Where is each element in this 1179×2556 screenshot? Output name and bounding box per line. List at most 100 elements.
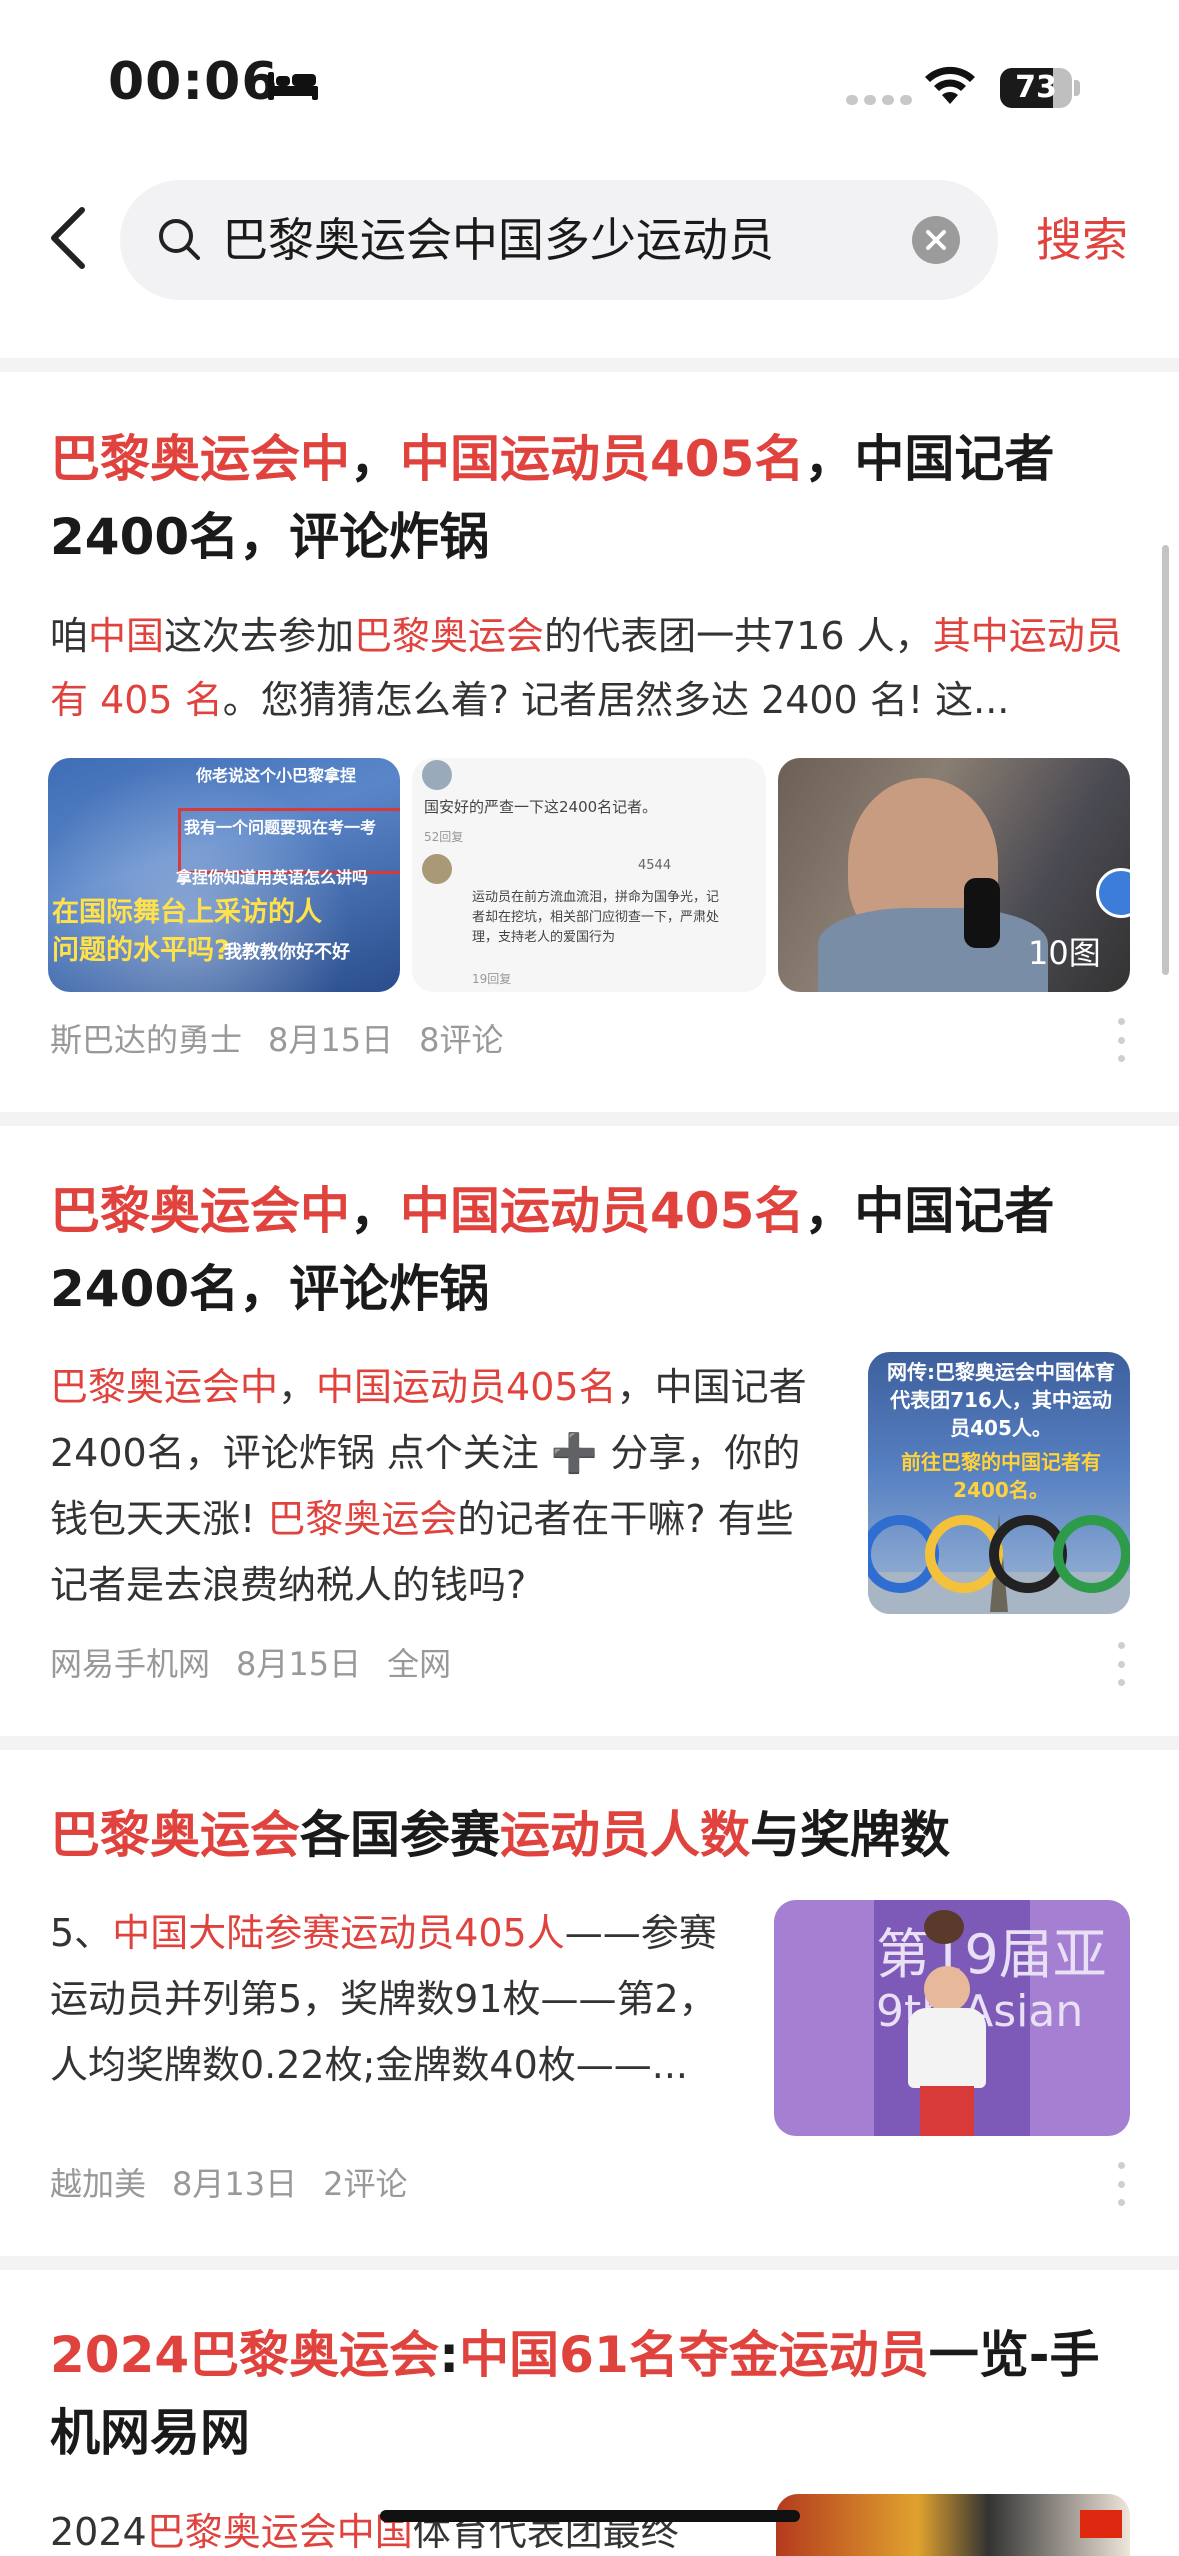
keyword-highlight: 巴黎奥运会中 [50, 1182, 350, 1240]
result-title[interactable]: 巴黎奥运会中，中国运动员405名，中国记者2400名，评论炸锅 [50, 1172, 1130, 1328]
result-image-3[interactable]: 10图 [778, 758, 1130, 992]
like-count: 4544 [638, 858, 672, 873]
result-thumbnail[interactable]: 网传:巴黎奥运会中国体育代表团716人，其中运动员405人。 前往巴黎的中国记者… [868, 1352, 1130, 1614]
text-segment: 5、 [50, 1911, 113, 1955]
more-options-icon[interactable] [1118, 2162, 1128, 2206]
result-thumbnail[interactable]: 第19届亚 9th Asian [774, 1900, 1130, 2136]
search-input[interactable]: 巴黎奥运会中国多少运动员 [120, 180, 998, 300]
keyword-highlight: 中国运动员405名 [316, 1365, 617, 1409]
result-meta: 网易手机网 8月15日 全网 [50, 1642, 477, 1686]
reply-count: 19回复 [472, 972, 512, 986]
keyword-highlight: 中国 [88, 614, 165, 658]
scrollbar[interactable] [1162, 545, 1169, 975]
result-snippet: 5、中国大陆参赛运动员405人——参赛运动员并列第5，奖牌数91枚——第2，人均… [50, 1900, 738, 2098]
image-caption: 在国际舞台上采访的人 [52, 897, 322, 928]
divider [0, 2256, 1179, 2270]
result-scope: 全网 [387, 1645, 452, 1683]
keyword-highlight: 中国大陆参赛运动员405人 [112, 1911, 565, 1955]
battery-icon: 73 [1000, 68, 1072, 108]
close-icon [926, 230, 946, 250]
keyword-highlight: 运动员人数 [500, 1806, 750, 1864]
keyword-highlight: 中国运动员405名 [400, 1182, 805, 1240]
result-source: 斯巴达的勇士 [50, 1021, 243, 1059]
result-date: 8月15日 [268, 1021, 394, 1059]
home-indicator[interactable] [380, 2510, 800, 2522]
more-options-icon[interactable] [1118, 1018, 1128, 1062]
result-title[interactable]: 巴黎奥运会各国参赛运动员人数与奖牌数 [50, 1796, 1130, 1874]
search-button[interactable]: 搜索 [1036, 210, 1128, 270]
result-source: 越加美 [50, 2165, 147, 2203]
olympic-rings-icon [868, 1514, 1130, 1614]
person-face [924, 1966, 970, 2012]
text-segment: 2024 [50, 2510, 147, 2554]
avatar [422, 854, 452, 884]
back-button[interactable] [44, 200, 94, 276]
more-options-icon[interactable] [1118, 1642, 1128, 1686]
divider [0, 1736, 1179, 1750]
result-snippet: 咱中国这次去参加巴黎奥运会的代表团一共716 人，其中运动员有 405 名。您猜… [50, 604, 1130, 732]
text-segment: ， [350, 1182, 400, 1240]
text-segment: 与奖牌数 [750, 1806, 950, 1864]
text-segment: 咱 [50, 614, 89, 658]
keyword-highlight: 中国运动员405名 [400, 430, 805, 488]
keyword-highlight: 巴黎奥运会 [354, 614, 545, 658]
keyword-highlight: 巴黎奥运会 [50, 1806, 300, 1864]
result-image-1[interactable]: 你老说这个小巴黎拿捏 我有一个问题要现在考一考 拿捏你知道用英语怎么讲吗 在国际… [48, 758, 400, 992]
image-caption: 拿捏你知道用英语怎么讲吗 [176, 868, 369, 887]
result-thumbnail[interactable] [776, 2494, 1130, 2556]
image-caption: 网传:巴黎奥运会中国体育代表团716人，其中运动员405人。 [887, 1360, 1115, 1440]
result-title[interactable]: 2024巴黎奥运会:中国61名夺金运动员一览-手机网易网 [50, 2316, 1130, 2472]
divider [0, 1112, 1179, 1126]
person-pants [920, 2086, 974, 2136]
avatar [422, 760, 452, 790]
keyword-highlight: 中国61名夺金运动员 [459, 2326, 929, 2384]
keyword-highlight: 巴黎奥运会中国 [146, 2510, 413, 2554]
result-snippet: 巴黎奥运会中，中国运动员405名，中国记者2400名，评论炸锅 点个关注 ➕ 分… [50, 1354, 830, 1618]
flag-icon [1080, 2510, 1122, 2538]
text-segment: 。您猜猜怎么着? 记者居然多达 2400 名! 这... [222, 678, 1010, 722]
image-caption: 第19届亚 [876, 1923, 1107, 1986]
result-meta: 斯巴达的勇士 8月15日 8评论 [50, 1018, 529, 1062]
cellular-signal-icon [846, 95, 912, 105]
image-caption: 你老说这个小巴黎拿捏 [196, 766, 357, 785]
text-segment: 这次去参加 [164, 614, 355, 658]
text-segment: : [439, 2326, 460, 2384]
image-caption: 问题的水平吗? [52, 935, 230, 966]
bouquet [924, 1910, 964, 1944]
person-jacket [908, 2008, 986, 2088]
result-image-2[interactable]: 国安好的严查一下这2400名记者。 52回复 4544 运动员在前方流血流泪，拼… [412, 758, 766, 992]
clear-search-button[interactable] [912, 216, 960, 264]
keyword-highlight: 巴黎奥运会中 [50, 430, 350, 488]
keyword-highlight: 巴黎奥运会 [267, 1497, 458, 1541]
battery-percent: 73 [1015, 70, 1057, 105]
status-bar: 00:06 73 [0, 0, 1179, 170]
image-caption: 我教教你好不好 [224, 942, 350, 963]
text-segment: ， [350, 430, 400, 488]
image-count-badge: 10图 [1028, 934, 1101, 972]
reply-count: 52回复 [424, 830, 464, 844]
divider [0, 358, 1179, 372]
result-source: 网易手机网 [50, 1645, 211, 1683]
result-comments: 8评论 [419, 1021, 504, 1059]
comment-text: 运动员在前方流血流泪，拼命为国争光，记者却在挖坑，相关部门应彻查一下，严肃处理，… [472, 890, 720, 945]
keyword-highlight: 2024巴黎奥运会 [50, 2326, 440, 2384]
logo-badge [1096, 868, 1130, 918]
text-segment: ， [278, 1365, 317, 1409]
result-title[interactable]: 巴黎奥运会中，中国运动员405名，中国记者2400名，评论炸锅 [50, 420, 1130, 576]
battery-tip [1074, 80, 1080, 96]
search-query[interactable]: 巴黎奥运会中国多少运动员 [222, 208, 774, 272]
result-meta: 越加美 8月13日 2评论 [50, 2162, 433, 2206]
result-date: 8月15日 [236, 1645, 362, 1683]
microphone [964, 878, 1000, 948]
person-shirt [818, 908, 1048, 992]
result-snippet: 2024巴黎奥运会中国体育代表团最终 [50, 2500, 750, 2556]
comment-text: 国安好的严查一下这2400名记者。 [424, 798, 658, 816]
status-time: 00:06 [108, 52, 279, 112]
search-icon [159, 219, 200, 260]
image-caption: 前往巴黎的中国记者有2400名。 [901, 1450, 1101, 1502]
result-date: 8月13日 [172, 2165, 298, 2203]
text-segment: 的代表团一共716 人， [544, 614, 933, 658]
sleep-focus-icon [268, 72, 318, 100]
keyword-highlight: 巴黎奥运会中 [50, 1365, 279, 1409]
text-segment: 各国参赛 [300, 1806, 500, 1864]
